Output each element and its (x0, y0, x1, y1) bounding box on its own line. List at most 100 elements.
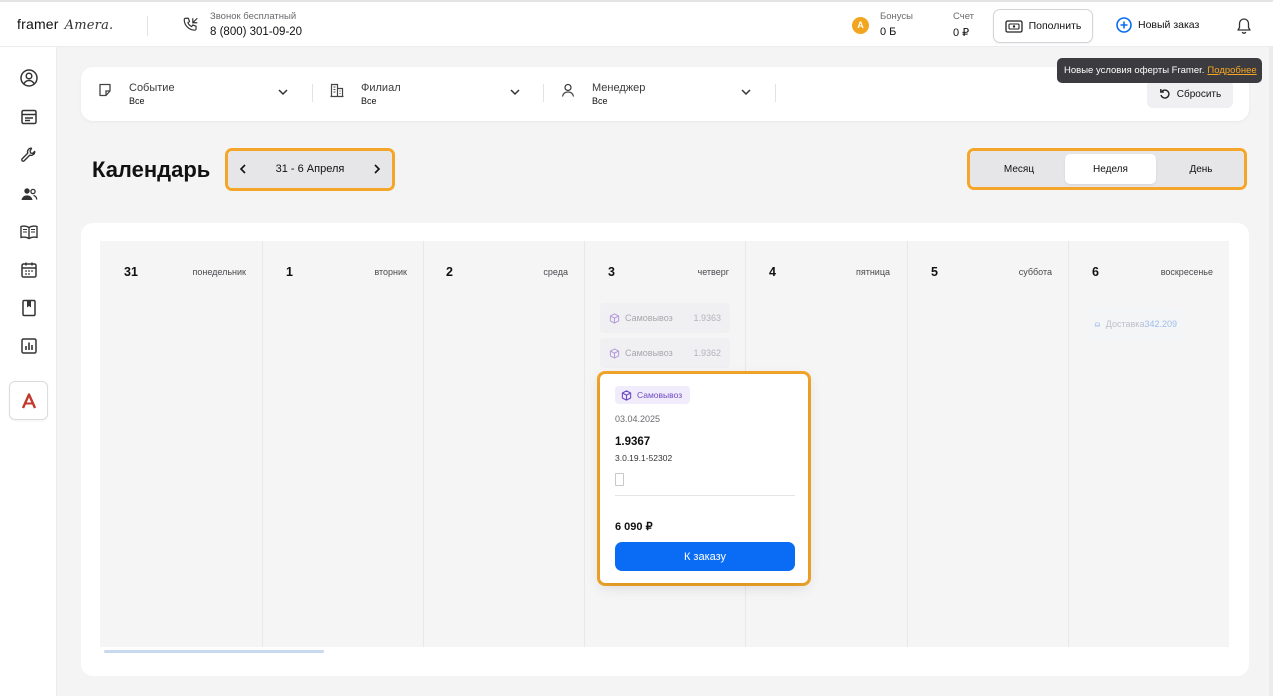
brand-a-logo-icon (21, 392, 36, 408)
sidebar (0, 47, 57, 696)
day-name: воскресенье (1160, 267, 1213, 277)
package-box-icon (621, 389, 632, 401)
event-number: 1.9363 (693, 313, 721, 323)
bookmark-icon[interactable] (19, 298, 39, 318)
calendar-event[interactable]: Самовывоз 1.9363 (600, 303, 730, 333)
day-column[interactable] (100, 241, 262, 647)
page-title: Календарь (92, 157, 211, 182)
horizontal-scrollbar[interactable] (104, 650, 324, 653)
orders-icon[interactable] (19, 107, 39, 127)
order-popup-card: Самовывоз 03.04.2025 1.9367 3.0.19.1-523… (600, 374, 808, 583)
event-number: 342.209 (1144, 319, 1177, 329)
reports-chart-icon[interactable] (19, 336, 39, 356)
topup-label: Пополнить (1028, 20, 1082, 32)
person-icon (561, 83, 575, 97)
calendar-icon[interactable] (19, 260, 39, 280)
filter-event-value: Все (129, 96, 145, 106)
phone-icon (183, 17, 198, 31)
users-icon[interactable] (19, 184, 39, 204)
order-code: 3.0.19.1-52302 (615, 453, 673, 463)
day-number: 6 (1092, 265, 1099, 279)
tools-icon[interactable] (19, 145, 39, 165)
day-name: пятница (855, 267, 890, 277)
bell-icon[interactable] (1236, 17, 1252, 35)
plus-circle-icon (1116, 17, 1132, 33)
chevron-down-icon (741, 89, 751, 96)
topup-button[interactable]: Пополнить (993, 9, 1093, 43)
new-order-button[interactable]: Новый заказ (1116, 17, 1199, 33)
day-column[interactable] (1068, 241, 1229, 647)
sticky-note-icon (99, 83, 111, 97)
event-type: Самовывоз (625, 348, 673, 358)
day-column[interactable] (423, 241, 584, 647)
reset-rotate-icon (1159, 89, 1170, 99)
filter-branch-value: Все (361, 96, 377, 106)
event-number: 1.9362 (693, 348, 721, 358)
chevron-down-icon (510, 89, 520, 96)
day-number: 1 (286, 265, 293, 279)
order-thumbnail-placeholder (615, 473, 624, 486)
day-column[interactable] (262, 241, 423, 647)
account-caption: Счет (953, 11, 975, 22)
day-number: 31 (124, 265, 138, 279)
phone-number[interactable]: 8 (800) 301-09-20 (210, 26, 302, 38)
event-type: Доставка (1105, 319, 1145, 329)
filter-branch-label: Филиал (361, 82, 401, 94)
catalog-book-icon[interactable] (19, 222, 39, 242)
day-number: 2 (446, 265, 453, 279)
bonus-coin-icon: A (852, 17, 869, 34)
tab-week[interactable]: Неделя (1065, 154, 1156, 184)
filter-branch[interactable]: Филиал Все (313, 67, 528, 121)
calendar-event[interactable]: Самовывоз 1.9362 (600, 338, 730, 368)
order-date: 03.04.2025 (615, 414, 661, 424)
car-icon (1094, 322, 1100, 327)
phone-caption: Звонок бесплатный (210, 11, 297, 22)
filter-manager[interactable]: Менеджер Все (544, 67, 759, 121)
date-range-navigator: 31 - 6 Апреля (228, 151, 392, 188)
day-name: четверг (697, 267, 730, 277)
brand-partner: Amera. (64, 18, 114, 33)
order-number: 1.9367 (615, 436, 651, 448)
day-name: вторник (374, 267, 407, 277)
filter-manager-label: Менеджер (592, 82, 646, 94)
bonus-caption: Бонусы (880, 11, 913, 22)
day-column[interactable] (907, 241, 1068, 647)
tooltip-more-link[interactable]: Подробнее (1207, 65, 1256, 76)
go-to-order-button[interactable]: К заказу (615, 542, 795, 571)
divider (615, 495, 795, 496)
tab-month[interactable]: Месяц (974, 154, 1064, 184)
profile-icon[interactable] (19, 68, 39, 88)
day-name: среда (543, 267, 568, 277)
view-switcher: Месяц Неделя День (970, 151, 1244, 187)
package-box-icon (609, 312, 620, 324)
reset-button[interactable]: Сбросить (1147, 80, 1233, 108)
filter-event-label: Событие (129, 82, 175, 94)
new-order-label: Новый заказ (1138, 19, 1200, 31)
chevron-down-icon (278, 89, 288, 96)
tooltip-text: Новые условия оферты Framer. (1064, 65, 1205, 76)
filter-event[interactable]: Событие Все (81, 67, 296, 121)
building-icon (330, 83, 344, 98)
day-number: 4 (769, 265, 776, 279)
calendar-event[interactable]: Доставка 342.209 (1085, 309, 1186, 339)
page-edge (1269, 47, 1273, 696)
divider (147, 16, 148, 36)
bonus-value: 0 Б (880, 26, 897, 38)
event-type: Самовывоз (625, 313, 673, 323)
day-number: 5 (931, 265, 938, 279)
wallet-cash-icon (1004, 19, 1023, 33)
offer-tooltip: Новые условия оферты Framer. Подробнее (1057, 58, 1262, 83)
brand-logo[interactable]: framer Amera. (17, 16, 113, 33)
tab-day[interactable]: День (1157, 154, 1245, 184)
chevron-right-icon[interactable] (370, 161, 384, 177)
date-range: 31 - 6 Апреля (275, 163, 345, 175)
brand-name: framer (17, 16, 59, 32)
day-number: 3 (608, 265, 615, 279)
reset-label: Сбросить (1176, 88, 1222, 100)
order-type-badge: Самовывоз (615, 386, 691, 404)
day-name: суббота (1018, 267, 1052, 277)
order-price: 6 090 ₽ (615, 521, 653, 533)
package-box-icon (609, 347, 620, 359)
top-bar: framer Amera. Звонок бесплатный 8 (800) 3… (0, 0, 1273, 47)
brand-tile[interactable] (9, 381, 48, 420)
